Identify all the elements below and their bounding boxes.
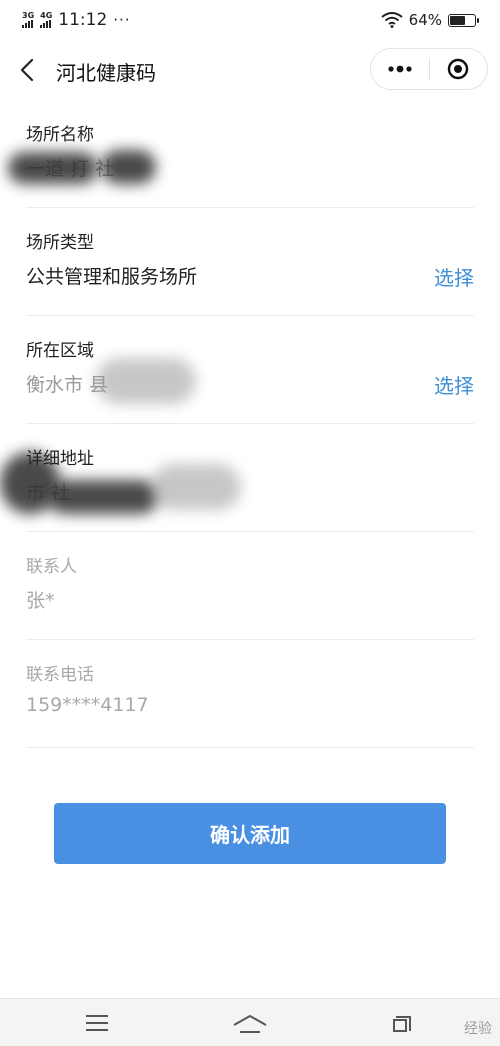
battery-percent: 64% <box>408 11 442 29</box>
nav-bar: 河北健康码 <box>0 44 500 96</box>
more-dots-icon <box>388 65 412 73</box>
venue-form: 场所名称 一道 打 社 场所类型 公共管理和服务场所 选择 所在区域 衡水市 县… <box>0 100 474 748</box>
redaction-blur <box>151 464 241 510</box>
field-value: 159****4117 <box>26 694 149 716</box>
field-label: 所在区域 <box>26 341 94 361</box>
close-mini-program-button[interactable] <box>429 49 487 89</box>
field-value: 张* <box>26 590 55 612</box>
select-region-button[interactable]: 选择 <box>434 370 474 399</box>
redaction-blur <box>101 150 156 184</box>
menu-icon[interactable] <box>84 1013 110 1033</box>
clock: 11:12 <box>58 10 108 30</box>
field-value: 公共管理和服务场所 <box>26 266 198 288</box>
field-contact-person: 联系人 张* <box>26 532 474 640</box>
field-label: 场所名称 <box>26 125 94 145</box>
target-close-icon <box>448 58 469 80</box>
field-region[interactable]: 所在区域 衡水市 县 选择 <box>26 316 474 424</box>
redaction-blur <box>48 480 158 514</box>
status-bar: 3G 4G 11:12 ··· 64% <box>0 0 500 40</box>
recent-apps-icon[interactable] <box>392 1013 414 1033</box>
redaction-blur <box>96 358 196 404</box>
field-contact-phone: 联系电话 159****4117 <box>26 640 474 748</box>
field-venue-name[interactable]: 场所名称 一道 打 社 <box>8 100 474 208</box>
status-right: 64% <box>381 11 479 29</box>
system-nav-bar: 经验 <box>0 998 500 1046</box>
notification-dots: ··· <box>113 11 131 29</box>
back-arrow-icon[interactable] <box>16 56 40 84</box>
wifi-icon <box>381 12 403 28</box>
watermark: 经验 <box>464 1021 492 1037</box>
battery-fill <box>450 15 466 25</box>
more-options-button[interactable] <box>371 49 429 89</box>
status-left: 3G 4G 11:12 ··· <box>22 10 131 30</box>
field-label: 场所类型 <box>26 233 94 253</box>
mini-program-capsule <box>370 48 488 90</box>
field-address[interactable]: 详细地址 市 社 <box>0 424 474 532</box>
field-label: 联系人 <box>26 557 77 577</box>
home-icon[interactable] <box>232 1013 268 1035</box>
network-type-4g: 4G <box>40 11 53 20</box>
network-type-3g: 3G <box>22 11 35 20</box>
redaction-blur <box>8 152 98 184</box>
select-type-button[interactable]: 选择 <box>434 262 474 291</box>
page-title: 河北健康码 <box>56 61 156 85</box>
field-venue-type[interactable]: 场所类型 公共管理和服务场所 选择 <box>26 208 474 316</box>
confirm-add-button[interactable]: 确认添加 <box>54 803 446 864</box>
field-label: 联系电话 <box>26 665 94 685</box>
signal-4g-icon: 4G <box>40 12 52 28</box>
signal-3g-icon: 3G <box>22 12 34 28</box>
battery-icon <box>448 13 479 27</box>
